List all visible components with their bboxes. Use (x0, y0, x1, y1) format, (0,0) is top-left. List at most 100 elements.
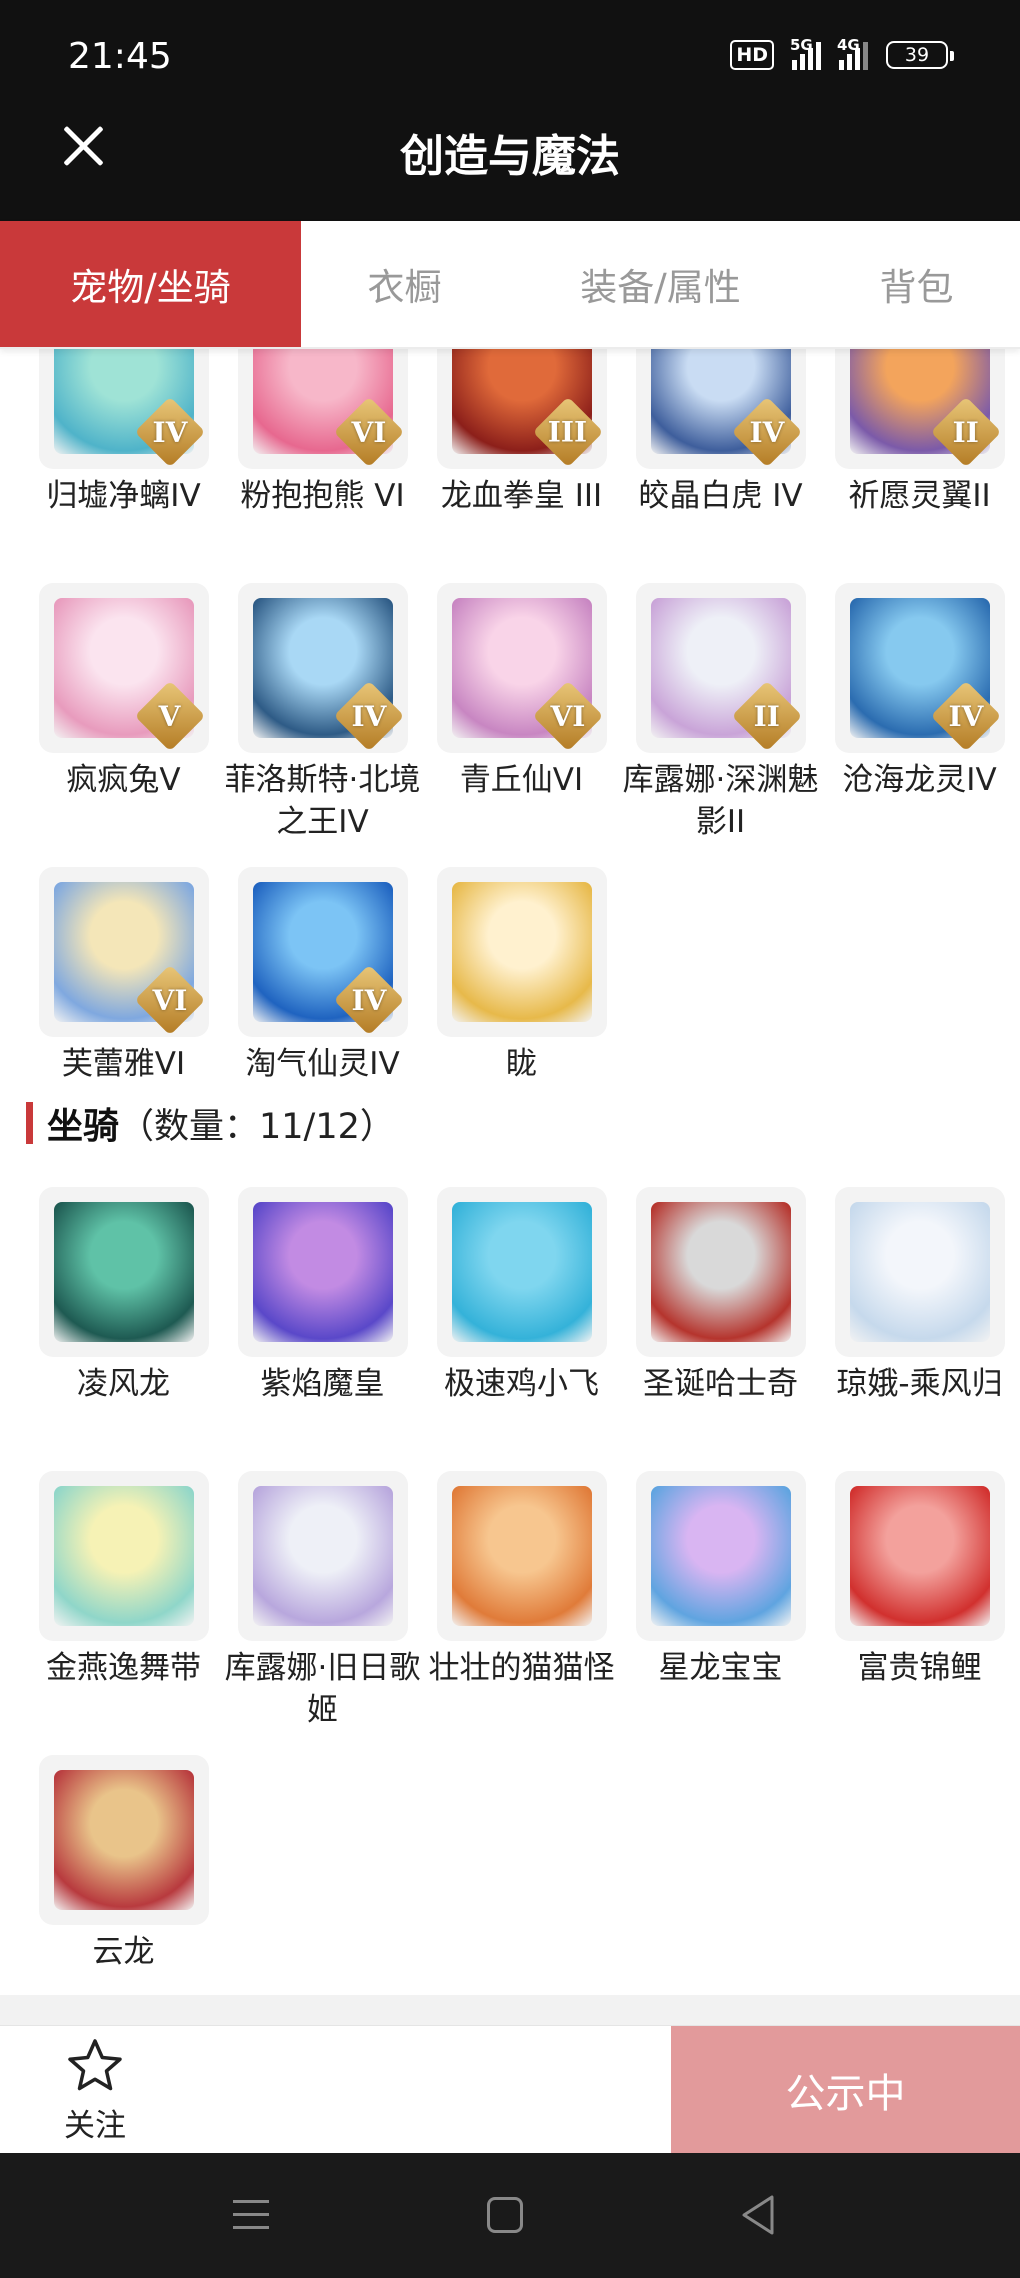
mount-item[interactable]: 凌风龙 (24, 1187, 223, 1471)
tab-bar: 宠物/坐骑 衣橱 装备/属性 背包 (0, 221, 1020, 349)
tab-bag[interactable]: 背包 (813, 221, 1020, 347)
menu-icon[interactable] (233, 2200, 269, 2232)
mount-item[interactable]: 云龙 (24, 1755, 223, 2024)
mount-item-name: 星龙宝宝 (658, 1650, 783, 1686)
battery-icon: 39 (886, 41, 954, 69)
section-accent-bar (26, 1102, 33, 1144)
mount-item[interactable]: 星龙宝宝 (621, 1471, 820, 1755)
pet-item[interactable]: VI 青丘仙VI (422, 583, 621, 867)
pet-item[interactable]: IV 菲洛斯特·北境之王IV (223, 583, 422, 867)
pet-item-name: 祈愿灵翼II (848, 478, 991, 514)
mount-item-name: 富贵锦鲤 (857, 1650, 982, 1686)
pet-item-name: 粉抱抱熊 VI (240, 478, 405, 514)
pet-item-name: 沧海龙灵IV (842, 762, 997, 798)
mount-item-image (849, 1486, 990, 1626)
mount-item-thumbnail (38, 1755, 209, 1925)
pet-item[interactable]: II 库露娜·深渊魅影II (621, 583, 820, 867)
pet-item-thumbnail: IV (237, 583, 408, 753)
status-time: 21:45 (68, 36, 172, 77)
pet-item-name: 青丘仙VI (459, 762, 584, 798)
pet-item-name: 淘气仙灵IV (245, 1046, 400, 1082)
tab-equipment[interactable]: 装备/属性 (508, 221, 813, 347)
mount-item-name: 圣诞哈士奇 (643, 1366, 798, 1402)
mount-item-image (849, 1202, 990, 1342)
mount-item[interactable]: 金燕逸舞带 (24, 1471, 223, 1755)
pet-item[interactable]: VI 粉抱抱熊 VI (223, 349, 422, 583)
mount-item[interactable]: 极速鸡小飞 (422, 1187, 621, 1471)
mount-item-thumbnail (834, 1187, 1005, 1357)
pet-item-name: 疯疯兔V (66, 762, 181, 798)
mount-item-thumbnail (635, 1187, 806, 1357)
mount-item-name: 琼娥-乘风归 (836, 1366, 1003, 1402)
section-count: （数量：11/12） (119, 1106, 395, 1147)
follow-label: 关注 (64, 2108, 126, 2144)
pet-item-thumbnail: II (635, 583, 806, 753)
pet-item[interactable]: IV 沧海龙灵IV (820, 583, 1019, 867)
mount-item[interactable]: 库露娜·旧日歌姬 (223, 1471, 422, 1755)
mount-item[interactable]: 富贵锦鲤 (820, 1471, 1019, 1755)
pet-item[interactable]: II 祈愿灵翼II (820, 349, 1019, 583)
mount-item-image (53, 1202, 194, 1342)
signal-4g-icon: 4G (837, 36, 868, 70)
page-title: 创造与魔法 (400, 131, 620, 182)
hd-icon: HD (730, 40, 774, 70)
mount-item-image (650, 1486, 791, 1626)
mount-item-image (451, 1202, 592, 1342)
pet-item-thumbnail: VI (436, 583, 607, 753)
mount-item-name: 壮壮的猫猫怪 (428, 1650, 615, 1686)
pet-item-name: 菲洛斯特·北境之王IV (224, 762, 421, 840)
pet-item-name: 库露娜·深渊魅影II (622, 762, 819, 840)
pet-item[interactable]: III 龙血拳皇 III (422, 349, 621, 583)
app-screen: 21:45 HD 5G 4G 39 创造与魔法 宠物/坐骑 衣橱 装备/属性 背… (0, 0, 1020, 2278)
mount-item-thumbnail (436, 1187, 607, 1357)
mount-item-thumbnail (237, 1187, 408, 1357)
pet-item[interactable]: V 疯疯兔V (24, 583, 223, 867)
pet-item-name: 眬 (506, 1046, 537, 1082)
mount-item-image (252, 1202, 393, 1342)
pet-item[interactable]: 眬 (422, 867, 621, 1151)
content-scroll[interactable]: IV 归墟净螭IV VI 粉抱抱熊 VI III 龙血拳皇 III IV 皎晶白虎 IV II 祈… (0, 349, 1020, 2024)
mount-item-name: 金燕逸舞带 (46, 1650, 201, 1686)
status-icons: HD 5G 4G 39 (730, 36, 954, 70)
notice-button[interactable]: 公示中 (671, 2026, 1020, 2154)
mount-item-thumbnail (834, 1471, 1005, 1641)
pet-item-thumbnail: VI (237, 349, 408, 469)
pet-item-image (451, 882, 592, 1022)
back-icon[interactable] (738, 2193, 778, 2237)
tab-pets-mounts[interactable]: 宠物/坐骑 (0, 221, 301, 347)
pet-item-name: 龙血拳皇 III (440, 478, 603, 514)
pet-item-thumbnail: IV (635, 349, 806, 469)
follow-button[interactable]: 关注 (40, 2036, 150, 2145)
mount-item-name: 凌风龙 (77, 1366, 170, 1402)
pet-item-name: 芙蕾雅VI (61, 1046, 186, 1082)
top-bar: 21:45 HD 5G 4G 39 创造与魔法 (0, 0, 1020, 221)
pet-item-thumbnail: VI (38, 867, 209, 1037)
mount-item[interactable]: 琼娥-乘风归 (820, 1187, 1019, 1471)
divider-strip (0, 1995, 1020, 2025)
pet-item[interactable]: IV 皎晶白虎 IV (621, 349, 820, 583)
mount-item-name: 云龙 (92, 1934, 155, 1970)
mount-section-header: 坐骑 （数量：11/12） (26, 1097, 395, 1149)
pet-item-thumbnail: IV (834, 583, 1005, 753)
mount-item-thumbnail (38, 1471, 209, 1641)
mount-item[interactable]: 壮壮的猫猫怪 (422, 1471, 621, 1755)
pet-item-thumbnail: II (834, 349, 1005, 469)
mount-item-image (53, 1770, 194, 1910)
mount-item-thumbnail (635, 1471, 806, 1641)
pet-item-thumbnail: IV (38, 349, 209, 469)
home-icon[interactable] (487, 2197, 523, 2233)
star-icon (68, 2039, 122, 2091)
mount-item[interactable]: 紫焰魔皇 (223, 1187, 422, 1471)
mount-item-image (650, 1202, 791, 1342)
mount-item-image (451, 1486, 592, 1626)
mount-item-name: 极速鸡小飞 (444, 1366, 599, 1402)
section-title: 坐骑 (47, 1106, 120, 1147)
pet-item-thumbnail: IV (237, 867, 408, 1037)
mount-item-image (252, 1486, 393, 1626)
mount-grid: 凌风龙 紫焰魔皇 极速鸡小飞 圣诞哈士奇 琼娥-乘风归金燕逸舞带 库露娜·旧日歌姬 壮壮的猫… (24, 1187, 1005, 2024)
tab-wardrobe[interactable]: 衣橱 (301, 221, 508, 347)
mount-item-thumbnail (237, 1471, 408, 1641)
mount-item[interactable]: 圣诞哈士奇 (621, 1187, 820, 1471)
pet-item[interactable]: IV 归墟净螭IV (24, 349, 223, 583)
bottom-action-bar: 关注 公示中 (0, 2025, 1020, 2154)
